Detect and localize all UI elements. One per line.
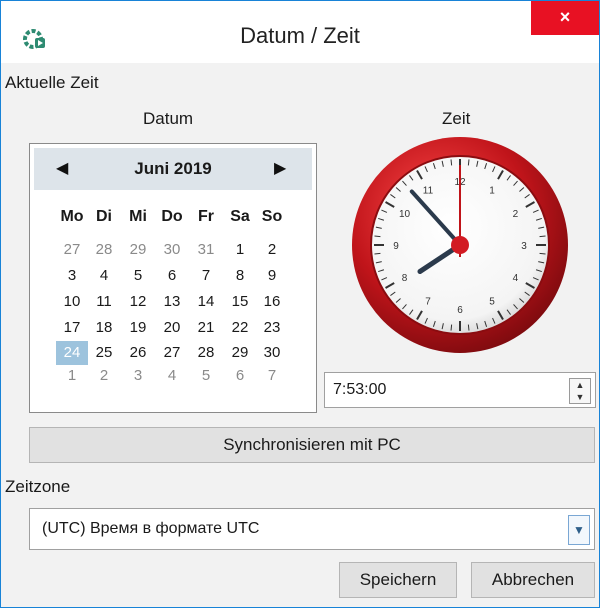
calendar-day[interactable]: 30 (156, 238, 188, 262)
calendar-day[interactable]: 8 (224, 264, 256, 288)
calendar-day[interactable]: 21 (190, 316, 222, 340)
calendar-header: ◀ Juni 2019 ▶ (34, 148, 312, 190)
clock-center (451, 236, 469, 254)
save-button[interactable]: Speichern (339, 562, 457, 598)
clock-number: 10 (399, 209, 411, 220)
clock-tick (374, 235, 381, 238)
time-spinner[interactable]: ▲ ▼ (569, 378, 591, 404)
calendar-day[interactable]: 5 (122, 264, 154, 288)
calendar-day[interactable]: 29 (122, 238, 154, 262)
calendar-day[interactable]: 7 (256, 364, 288, 388)
calendar-day[interactable]: 24 (56, 341, 88, 365)
calendar-day[interactable]: 1 (224, 238, 256, 262)
weekday-header: Mi (129, 208, 147, 225)
calendar-day[interactable]: 30 (256, 341, 288, 365)
calendar-month[interactable]: Juni 2019 (34, 159, 312, 179)
calendar-day[interactable]: 17 (56, 316, 88, 340)
timezone-select[interactable]: (UTC) Время в формате UTC ▼ (29, 508, 595, 550)
cancel-button[interactable]: Abbrechen (471, 562, 595, 598)
clock-tick (539, 252, 546, 255)
time-label: Zeit (442, 109, 471, 128)
clock-number: 4 (513, 273, 519, 284)
calendar-day[interactable]: 2 (256, 238, 288, 262)
calendar-day[interactable]: 11 (88, 290, 120, 314)
calendar-day[interactable]: 15 (224, 290, 256, 314)
clock-tick (450, 159, 453, 166)
sync-with-pc-button[interactable]: Synchronisieren mit PC (29, 427, 595, 463)
weekday-header: Mo (60, 208, 84, 225)
calendar-day[interactable]: 20 (156, 316, 188, 340)
calendar-day[interactable]: 12 (122, 290, 154, 314)
calendar-day[interactable]: 4 (156, 364, 188, 388)
calendar-day[interactable]: 28 (190, 341, 222, 365)
date-label: Datum (143, 109, 194, 128)
weekday-header: So (261, 208, 283, 225)
calendar: ◀ Juni 2019 ▶ Mo Di Mi Do Fr Sa So 27 28 29 30 31 1 2… (29, 143, 317, 413)
clock-number: 2 (513, 209, 519, 220)
calendar-day[interactable]: 19 (122, 316, 154, 340)
calendar-day[interactable]: 3 (56, 264, 88, 288)
clock-number: 1 (489, 186, 495, 197)
calendar-day[interactable]: 14 (190, 290, 222, 314)
clock-number: 8 (402, 273, 408, 284)
spin-up-icon[interactable]: ▲ (570, 379, 590, 391)
calendar-day[interactable]: 22 (224, 316, 256, 340)
clock-number: 6 (457, 305, 463, 316)
calendar-day[interactable]: 23 (256, 316, 288, 340)
spin-down-icon[interactable]: ▼ (570, 391, 590, 403)
title-bar: Datum / Zeit × (1, 1, 599, 63)
weekday-header: Do (161, 208, 183, 225)
calendar-day[interactable]: 27 (156, 341, 188, 365)
calendar-day[interactable]: 26 (122, 341, 154, 365)
calendar-day[interactable]: 25 (88, 341, 120, 365)
clock-number: 5 (489, 296, 495, 307)
calendar-day[interactable]: 13 (156, 290, 188, 314)
calendar-day[interactable]: 6 (156, 264, 188, 288)
chevron-down-icon[interactable]: ▼ (568, 515, 590, 545)
calendar-day[interactable]: 4 (88, 264, 120, 288)
weekday-header: Fr (198, 208, 214, 225)
window-title: Datum / Zeit (240, 23, 360, 48)
calendar-day[interactable]: 10 (56, 290, 88, 314)
clock-tick (539, 235, 546, 238)
current-time-label: Aktuelle Zeit (5, 73, 99, 92)
calendar-day[interactable]: 18 (88, 316, 120, 340)
calendar-day[interactable]: 9 (256, 264, 288, 288)
clock-tick (450, 324, 453, 331)
calendar-day[interactable]: 31 (190, 238, 222, 262)
calendar-day[interactable]: 7 (190, 264, 222, 288)
analog-clock: 121234567891011 (352, 137, 568, 353)
calendar-day[interactable]: 3 (122, 364, 154, 388)
calendar-day[interactable]: 16 (256, 290, 288, 314)
clock-number: 7 (425, 296, 431, 307)
clock-tick (374, 252, 381, 255)
calendar-day[interactable]: 6 (224, 364, 256, 388)
clock-number: 3 (521, 241, 527, 252)
calendar-day[interactable]: 1 (56, 364, 88, 388)
calendar-day[interactable]: 28 (88, 238, 120, 262)
calendar-day[interactable]: 27 (56, 238, 88, 262)
close-button[interactable]: × (531, 1, 599, 35)
clock-tick (467, 159, 470, 166)
clock-number: 11 (423, 186, 434, 197)
weekday-header: Di (96, 208, 112, 225)
timezone-label: Zeitzone (5, 477, 71, 496)
time-value[interactable]: 7:53:00 (333, 381, 386, 399)
clock-tick (467, 324, 470, 331)
datetime-dialog: Datum / Zeit × Aktuelle Zeit Datum Zeit … (0, 0, 600, 608)
clock-number: 9 (393, 241, 399, 252)
calendar-day[interactable]: 5 (190, 364, 222, 388)
weekday-header: Sa (230, 208, 250, 225)
next-month-icon[interactable]: ▶ (274, 158, 286, 178)
calendar-day[interactable]: 29 (224, 341, 256, 365)
timezone-value[interactable]: (UTC) Время в формате UTC (42, 520, 259, 538)
time-input[interactable]: 7:53:00 ▲ ▼ (324, 372, 596, 408)
calendar-day[interactable]: 2 (88, 364, 120, 388)
